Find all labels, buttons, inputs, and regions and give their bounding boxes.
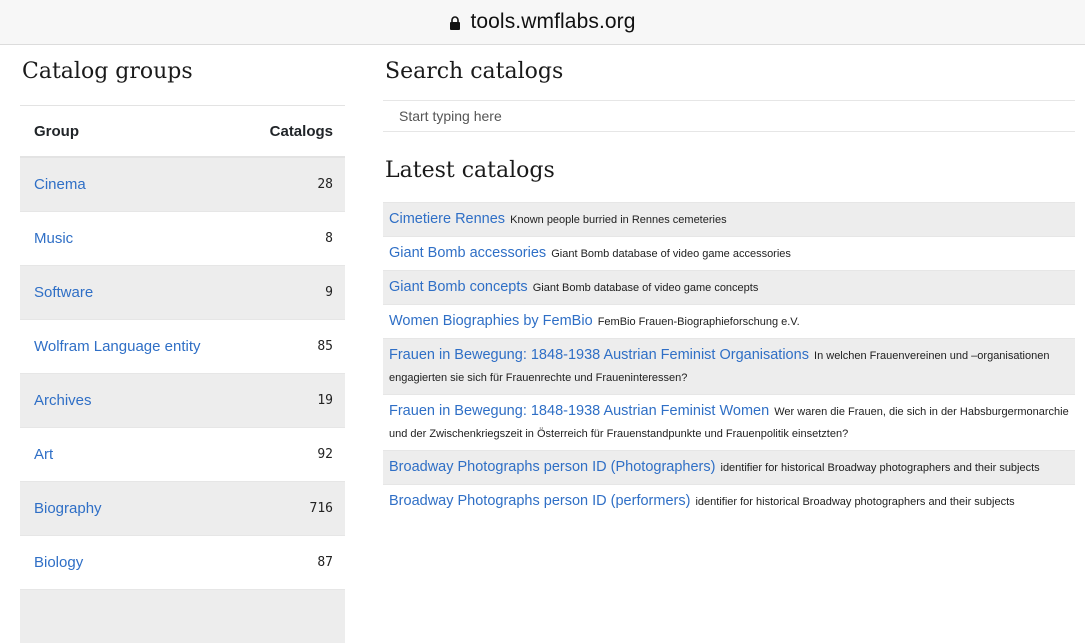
address-bar[interactable]: tools.wmflabs.org <box>0 0 1085 45</box>
table-row <box>20 590 345 643</box>
group-link[interactable]: Software <box>20 266 242 320</box>
group-catalog-count: 9 <box>242 266 345 320</box>
catalog-link[interactable]: Giant Bomb concepts <box>389 279 528 295</box>
table-header-row: Group Catalogs <box>20 106 345 158</box>
lock-icon <box>449 16 461 30</box>
column-header-catalogs: Catalogs <box>242 106 345 158</box>
catalog-link[interactable]: Giant Bomb accessories <box>389 245 546 261</box>
catalog-description: identifier for historical Broadway photo… <box>721 462 1040 474</box>
group-catalog-count: 8 <box>242 212 345 266</box>
group-link[interactable]: Art <box>20 428 242 482</box>
catalog-description: Giant Bomb database of video game concep… <box>533 282 759 294</box>
group-link[interactable]: Biography <box>20 482 242 536</box>
catalog-groups-table: Group Catalogs Cinema28Music8Software9Wo… <box>20 105 345 643</box>
table-row: Wolfram Language entity85 <box>20 320 345 374</box>
group-catalog-count: 28 <box>242 157 345 212</box>
group-catalog-count: 92 <box>242 428 345 482</box>
group-link[interactable]: Archives <box>20 374 242 428</box>
catalog-description: FemBio Frauen-Biographieforschung e.V. <box>598 316 800 328</box>
catalog-link[interactable]: Cimetiere Rennes <box>389 211 505 227</box>
catalog-description: identifier for historical Broadway photo… <box>695 496 1014 508</box>
catalog-description: Known people burried in Rennes cemeterie… <box>510 214 726 226</box>
table-row: Biology87 <box>20 536 345 590</box>
list-item: Broadway Photographs person ID (Photogra… <box>383 450 1075 484</box>
table-row: Software9 <box>20 266 345 320</box>
latest-catalogs-heading: Latest catalogs <box>385 158 555 183</box>
list-item: Women Biographies by FemBio FemBio Fraue… <box>383 304 1075 338</box>
table-row: Music8 <box>20 212 345 266</box>
list-item: Broadway Photographs person ID (performe… <box>383 484 1075 518</box>
group-catalog-count: 716 <box>242 482 345 536</box>
catalog-link[interactable]: Women Biographies by FemBio <box>389 313 593 329</box>
latest-catalogs-list: Cimetiere Rennes Known people burried in… <box>383 202 1075 518</box>
page-content: Catalog groups Group Catalogs Cinema28Mu… <box>0 45 1085 611</box>
group-catalog-count <box>242 590 345 643</box>
catalog-link[interactable]: Frauen in Bewegung: 1848-1938 Austrian F… <box>389 403 769 419</box>
catalog-groups-heading: Catalog groups <box>22 59 193 84</box>
group-link[interactable] <box>20 590 242 643</box>
column-header-group: Group <box>20 106 242 158</box>
table-row: Biography716 <box>20 482 345 536</box>
table-row: Archives19 <box>20 374 345 428</box>
list-item: Giant Bomb concepts Giant Bomb database … <box>383 270 1075 304</box>
catalog-link[interactable]: Broadway Photographs person ID (performe… <box>389 493 690 509</box>
table-row: Cinema28 <box>20 157 345 212</box>
list-item: Giant Bomb accessories Giant Bomb databa… <box>383 236 1075 270</box>
list-item: Cimetiere Rennes Known people burried in… <box>383 202 1075 236</box>
group-catalog-count: 87 <box>242 536 345 590</box>
table-row: Art92 <box>20 428 345 482</box>
group-catalog-count: 85 <box>242 320 345 374</box>
list-item: Frauen in Bewegung: 1848-1938 Austrian F… <box>383 338 1075 394</box>
group-link[interactable]: Biology <box>20 536 242 590</box>
catalog-link[interactable]: Frauen in Bewegung: 1848-1938 Austrian F… <box>389 347 809 363</box>
search-catalogs-heading: Search catalogs <box>385 59 563 84</box>
catalog-link[interactable]: Broadway Photographs person ID (Photogra… <box>389 459 715 475</box>
group-catalog-count: 19 <box>242 374 345 428</box>
list-item: Frauen in Bewegung: 1848-1938 Austrian F… <box>383 394 1075 450</box>
group-link[interactable]: Wolfram Language entity <box>20 320 242 374</box>
catalog-description: Giant Bomb database of video game access… <box>551 248 791 260</box>
url-text: tools.wmflabs.org <box>470 10 635 34</box>
group-link[interactable]: Cinema <box>20 157 242 212</box>
group-link[interactable]: Music <box>20 212 242 266</box>
search-input[interactable] <box>383 100 1075 132</box>
